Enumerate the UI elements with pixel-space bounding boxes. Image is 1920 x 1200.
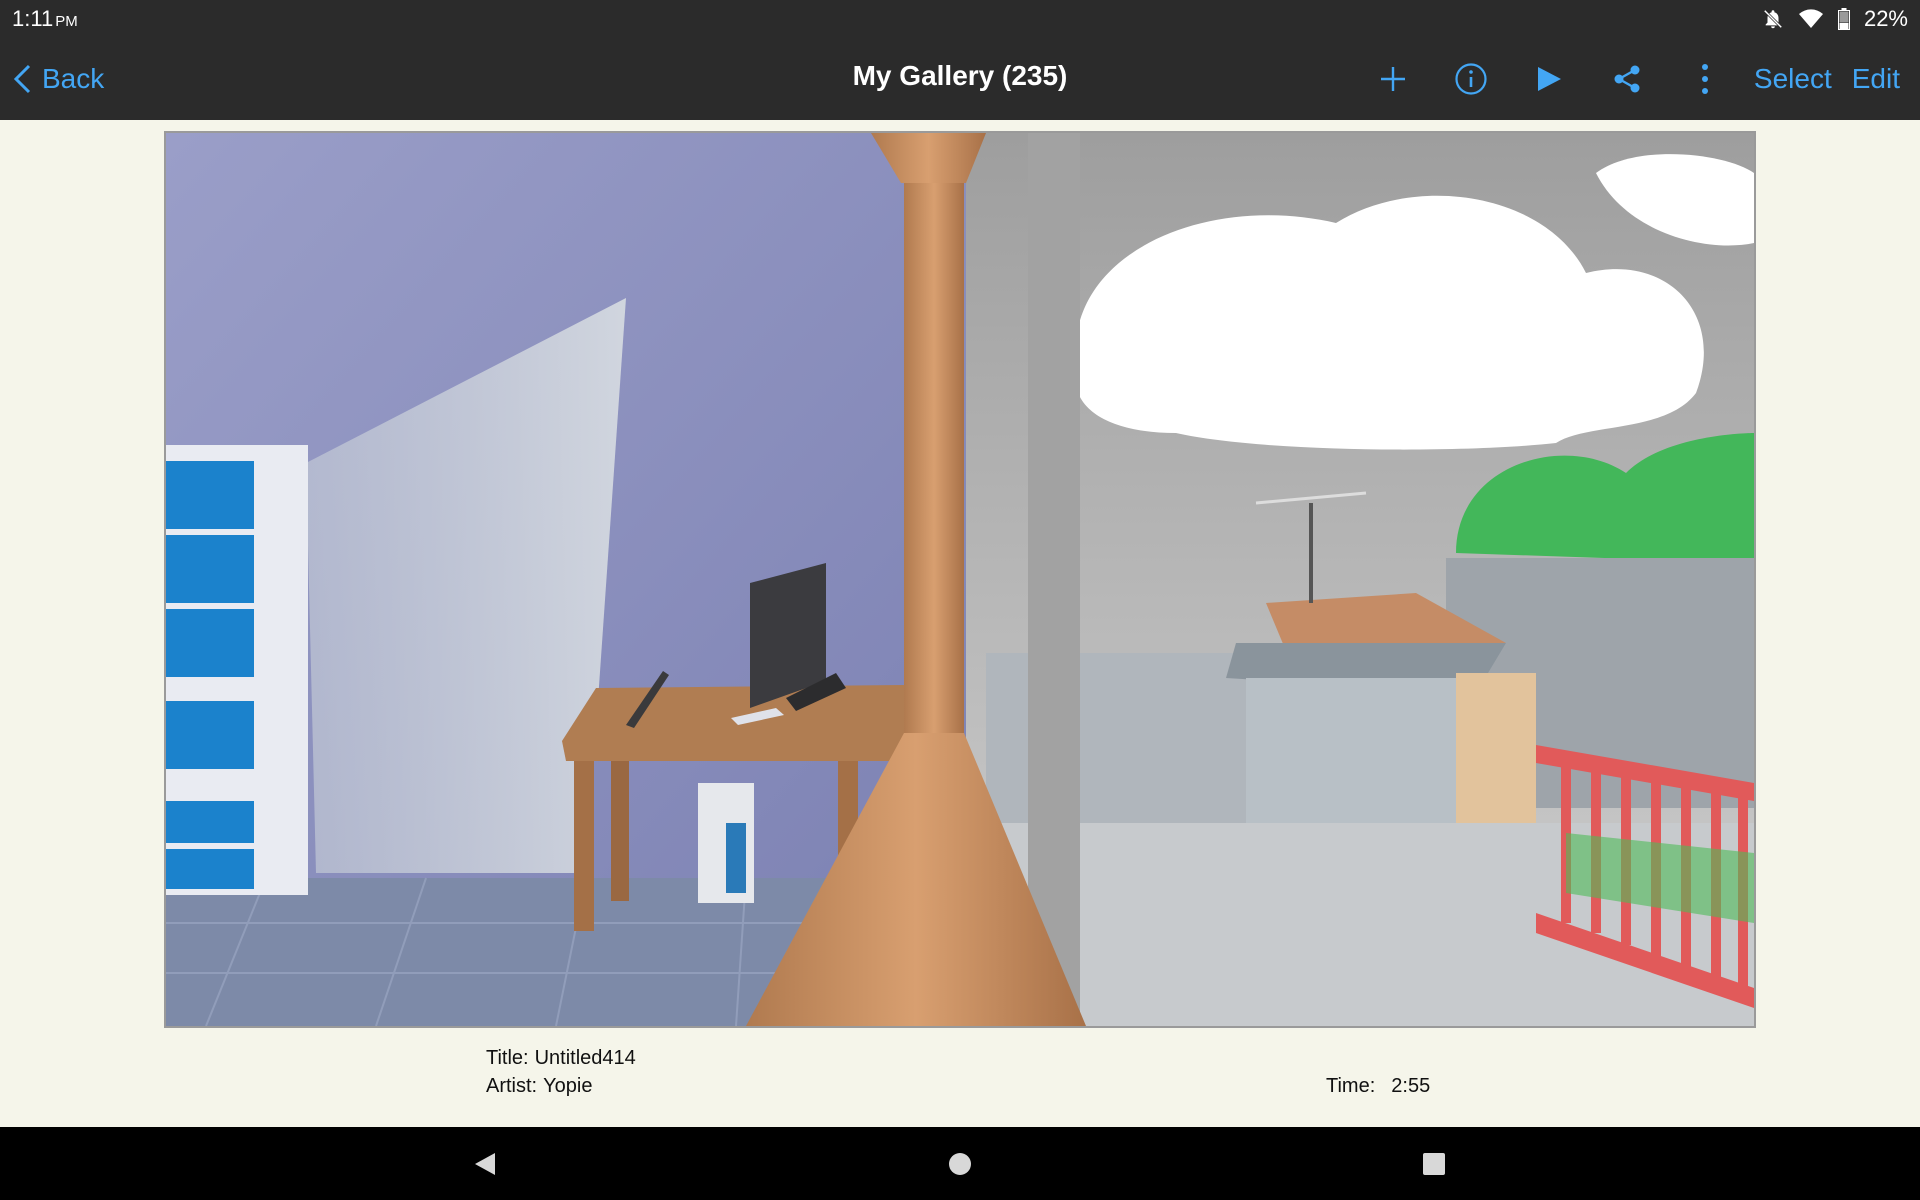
drawer-cabinet xyxy=(166,445,308,895)
notifications-off-icon xyxy=(1762,8,1784,30)
back-label: Back xyxy=(42,63,105,94)
artwork-title-value: Untitled414 xyxy=(534,1047,636,1069)
artwork-artist: Artist: Yopie xyxy=(486,1075,593,1097)
nav-recents-button[interactable] xyxy=(1404,1141,1464,1187)
artwork-illustration xyxy=(166,133,1754,1026)
select-button[interactable]: Select xyxy=(1744,63,1842,95)
system-nav-bar xyxy=(0,1127,1920,1200)
battery-icon xyxy=(1837,8,1850,30)
status-icons: 22% xyxy=(1762,6,1908,32)
status-bar: 1:11 PM 22% xyxy=(0,0,1920,38)
back-button[interactable]: Back xyxy=(12,58,104,100)
share-icon xyxy=(1614,65,1640,93)
toolbar-actions: Select Edit xyxy=(1354,38,1920,120)
share-button[interactable] xyxy=(1588,49,1666,109)
info-button[interactable] xyxy=(1432,49,1510,109)
back-triangle-icon xyxy=(475,1153,495,1175)
info-icon xyxy=(1455,63,1487,95)
nav-back-button[interactable] xyxy=(455,1141,515,1187)
wifi-icon xyxy=(1798,8,1824,30)
home-circle-icon xyxy=(949,1153,971,1175)
edit-button[interactable]: Edit xyxy=(1842,63,1920,95)
play-button[interactable] xyxy=(1510,49,1588,109)
battery-percent: 22% xyxy=(1863,6,1908,31)
play-icon xyxy=(1537,67,1561,91)
more-vertical-icon xyxy=(1701,64,1708,94)
recents-square-icon xyxy=(1423,1153,1445,1175)
more-options-button[interactable] xyxy=(1666,49,1744,109)
artwork-time-value: 2:55 xyxy=(1391,1075,1431,1097)
artwork-image[interactable] xyxy=(164,131,1756,1028)
artwork-time: Time: 2:55 xyxy=(1326,1075,1431,1097)
add-button[interactable] xyxy=(1354,49,1432,109)
status-time: 1:11 PM xyxy=(12,6,78,31)
chevron-left-icon xyxy=(13,64,31,94)
nav-home-button[interactable] xyxy=(930,1141,990,1187)
artwork-title: Title: Untitled414 xyxy=(486,1047,636,1069)
add-icon xyxy=(1380,67,1405,91)
gallery-toolbar: Back My Gallery (235) Select Edit xyxy=(0,38,1920,120)
window-frame xyxy=(1028,133,1080,1026)
artwork-artist-value: Yopie xyxy=(543,1075,593,1097)
